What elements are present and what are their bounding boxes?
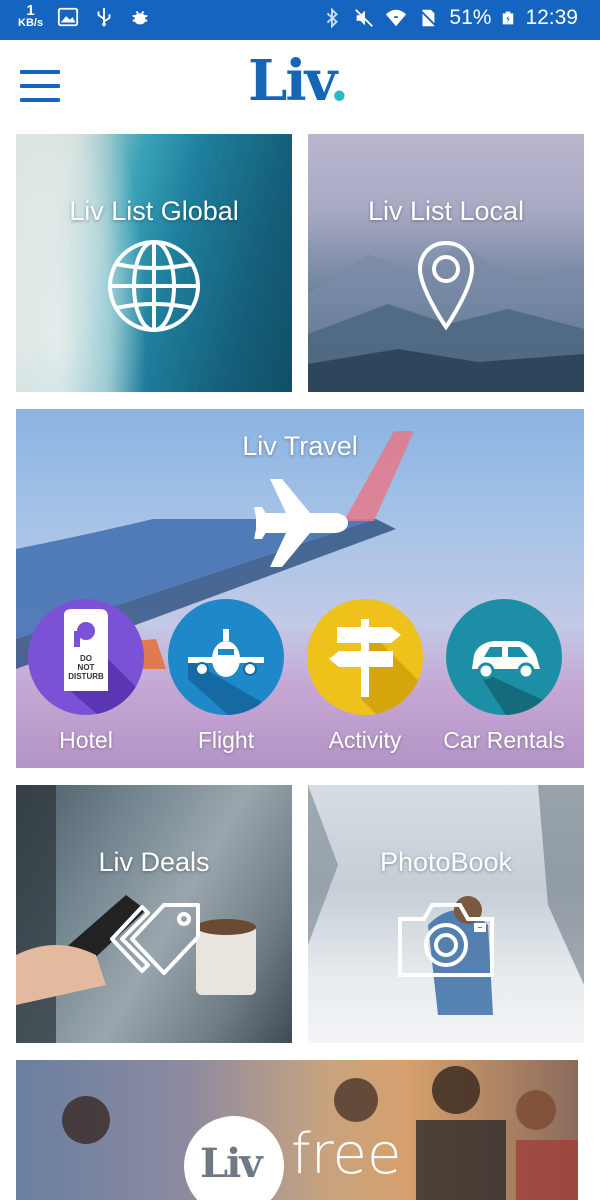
hamburger-menu-icon[interactable]: [20, 70, 60, 104]
car-icon: [472, 641, 562, 715]
network-speed: 1 KB/s: [18, 2, 44, 29]
do-not-disturb-sign-icon: DO NOT DISTURB: [64, 609, 144, 715]
airplane-icon: [254, 479, 348, 567]
activity-circle: [307, 599, 423, 715]
clock: 12:39: [525, 6, 578, 29]
status-bar-right: 51% 12:39: [321, 6, 578, 30]
hotel-circle: DO NOT DISTURB: [28, 599, 144, 715]
tag-icon: [110, 903, 200, 975]
camera-icon: [398, 903, 494, 977]
status-bar: 1 KB/s 51% 12:39: [0, 0, 600, 40]
flight-button[interactable]: Flight: [161, 599, 291, 754]
svg-text:NOT: NOT: [78, 663, 95, 672]
app-bar: Liv.: [0, 40, 600, 133]
no-sim-icon: [419, 9, 438, 27]
liv-free-tile[interactable]: Liv free: [16, 1060, 578, 1200]
liv-deals-title: Liv Deals: [98, 847, 210, 877]
liv-list-local-tile[interactable]: Liv List Local: [308, 134, 584, 392]
usb-icon: [97, 7, 111, 26]
wifi-icon: [386, 9, 407, 27]
travel-options: DO NOT DISTURB Hotel Flight Activity Car…: [16, 599, 584, 764]
location-pin-icon: [417, 240, 475, 331]
image-icon: [57, 7, 79, 26]
photobook-tile[interactable]: PhotoBook: [308, 785, 584, 1043]
signpost-icon: [329, 619, 423, 715]
hotel-button[interactable]: DO NOT DISTURB Hotel: [21, 599, 151, 754]
battery-icon: [503, 11, 514, 25]
liv-free-logo-text: Liv: [200, 1140, 263, 1187]
flight-circle: [168, 599, 284, 715]
liv-list-global-tile[interactable]: Liv List Global: [16, 134, 292, 392]
plane-front-icon: [188, 629, 284, 715]
hotel-label: Hotel: [59, 727, 113, 753]
status-bar-left: 1 KB/s: [18, 2, 151, 29]
network-speed-value: 1: [26, 2, 35, 19]
mute-icon: [355, 9, 374, 27]
car-rentals-label: Car Rentals: [443, 727, 565, 753]
activity-label: Activity: [328, 727, 402, 753]
photobook-title: PhotoBook: [379, 847, 513, 877]
liv-free-text: free: [291, 1122, 402, 1187]
svg-text:DISTURB: DISTURB: [68, 672, 104, 681]
network-speed-unit: KB/s: [18, 17, 44, 29]
liv-travel-title: Liv Travel: [242, 431, 358, 461]
bluetooth-icon: [327, 7, 339, 29]
svg-text:DO: DO: [80, 654, 92, 663]
car-rentals-circle: [446, 599, 562, 715]
liv-list-local-title: Liv List Local: [367, 196, 525, 226]
activity-button[interactable]: Activity: [300, 599, 430, 754]
liv-logo: Liv.: [248, 48, 349, 114]
flight-label: Flight: [197, 727, 255, 753]
liv-travel-tile[interactable]: Liv Travel DO NOT DISTURB Hotel Flight A…: [16, 409, 584, 768]
globe-icon: [108, 240, 200, 332]
liv-deals-tile[interactable]: Liv Deals: [16, 785, 292, 1043]
battery-percent: 51%: [449, 6, 492, 29]
android-debug-icon: [132, 10, 148, 24]
liv-list-global-title: Liv List Global: [69, 196, 239, 226]
logo-text: Liv: [248, 48, 332, 114]
car-rentals-button[interactable]: Car Rentals: [439, 599, 569, 754]
logo-dot: .: [329, 48, 349, 114]
